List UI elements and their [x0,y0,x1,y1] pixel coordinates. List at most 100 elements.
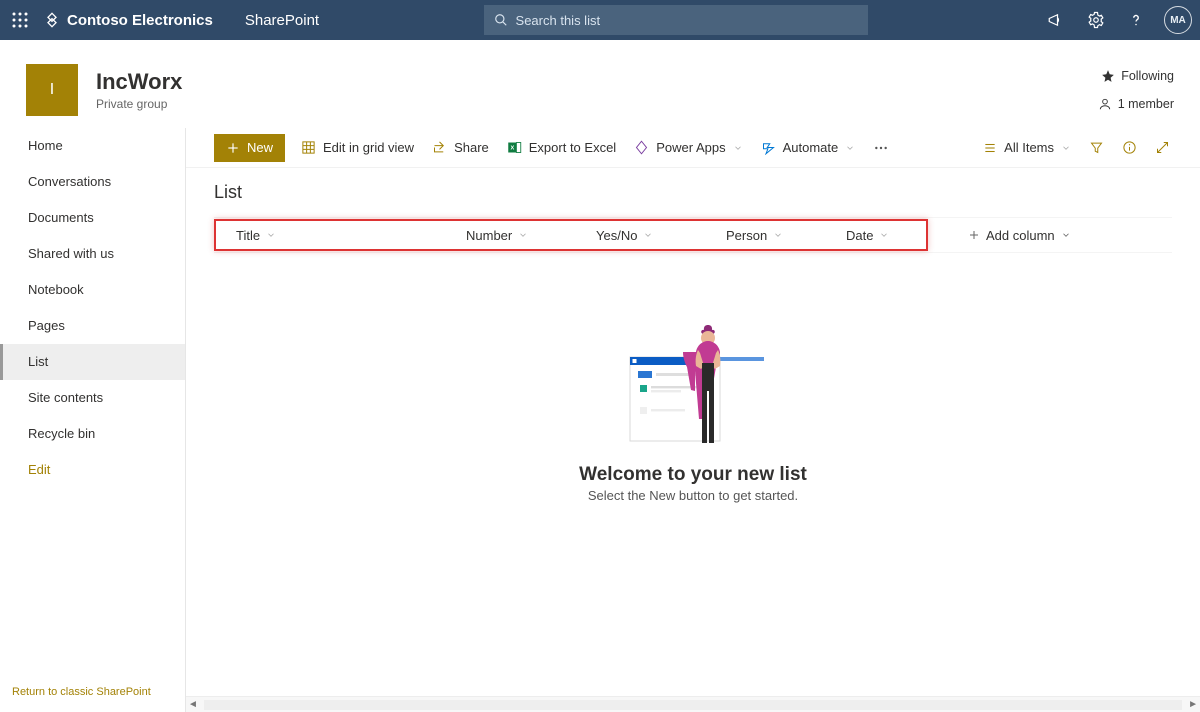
column-number[interactable]: Number [466,228,596,243]
chevron-down-icon [1061,230,1071,240]
plus-icon [968,229,980,241]
column-label: Title [236,228,260,243]
chevron-down-icon [643,230,653,240]
column-label: Date [846,228,873,243]
info-button[interactable] [1120,134,1139,162]
nav-site-contents[interactable]: Site contents [0,380,185,416]
automate-label: Automate [783,140,839,155]
nav-pages[interactable]: Pages [0,308,185,344]
column-label: Yes/No [596,228,637,243]
power-apps-label: Power Apps [656,140,725,155]
info-icon [1122,140,1137,155]
site-title[interactable]: IncWorx [96,69,182,95]
empty-title: Welcome to your new list [579,464,807,486]
column-label: Person [726,228,767,243]
nav-recycle-bin[interactable]: Recycle bin [0,416,185,452]
following-button[interactable]: Following [1098,62,1174,90]
export-excel-button[interactable]: X Export to Excel [505,134,618,162]
nav-notebook[interactable]: Notebook [0,272,185,308]
column-date[interactable]: Date [846,228,926,243]
view-selector[interactable]: All Items [981,134,1073,162]
chevron-down-icon [845,143,855,153]
filter-icon [1089,140,1104,155]
nav-documents[interactable]: Documents [0,200,185,236]
column-yesno[interactable]: Yes/No [596,228,726,243]
power-apps-button[interactable]: Power Apps [632,134,744,162]
site-logo[interactable]: I [26,64,78,116]
horizontal-scrollbar[interactable]: ◄ ► [186,696,1200,712]
search-icon [494,13,508,27]
command-bar: New Edit in grid view Share X Export to … [186,128,1200,168]
add-column-button[interactable]: Add column [968,228,1071,243]
person-icon [1098,97,1112,111]
nav-conversations[interactable]: Conversations [0,164,185,200]
more-button[interactable] [871,134,891,162]
page-title: List [214,182,1172,211]
edit-grid-button[interactable]: Edit in grid view [299,134,416,162]
plus-icon [226,141,240,155]
org-brand[interactable]: Contoso Electronics [44,12,213,29]
chevron-down-icon [879,230,889,240]
scroll-track[interactable] [204,700,1182,710]
excel-icon: X [507,140,522,155]
help-icon[interactable] [1116,0,1156,40]
return-classic-link[interactable]: Return to classic SharePoint [0,686,185,712]
expand-icon [1155,140,1170,155]
left-nav: Home Conversations Documents Shared with… [0,128,186,712]
following-label: Following [1121,69,1174,83]
nav-edit[interactable]: Edit [0,452,185,488]
column-title[interactable]: Title [236,228,466,243]
suite-bar: Contoso Electronics SharePoint MA [0,0,1200,40]
org-logo-icon [44,12,60,28]
chevron-down-icon [733,143,743,153]
nav-shared-with-us[interactable]: Shared with us [0,236,185,272]
avatar-initials: MA [1170,15,1186,26]
powerapps-icon [634,140,649,155]
app-name[interactable]: SharePoint [245,12,319,29]
edit-grid-label: Edit in grid view [323,140,414,155]
more-icon [873,140,889,156]
main: Home Conversations Documents Shared with… [0,128,1200,712]
site-header: I IncWorx Private group Following 1 memb… [0,40,1200,128]
automate-icon [761,140,776,155]
share-label: Share [454,140,489,155]
chevron-down-icon [518,230,528,240]
new-button[interactable]: New [214,134,285,162]
list-icon [983,141,997,155]
members-label: 1 member [1118,97,1174,111]
members-button[interactable]: 1 member [1098,90,1174,118]
column-header-row: Title Number Yes/No Person Date Add colu… [214,217,1172,253]
search-box[interactable] [484,5,868,35]
nav-home[interactable]: Home [0,128,185,164]
suite-icons: MA [1036,0,1200,40]
add-column-label: Add column [986,228,1055,243]
nav-list[interactable]: List [0,344,185,380]
new-button-label: New [247,140,273,155]
org-name: Contoso Electronics [67,12,213,29]
columns-highlight: Title Number Yes/No Person Date [214,219,928,251]
site-subtitle: Private group [96,97,182,111]
grid-icon [301,140,316,155]
page: List Title Number Yes/No Person Date Add… [186,168,1200,712]
expand-button[interactable] [1153,134,1172,162]
column-label: Number [466,228,512,243]
automate-button[interactable]: Automate [759,134,858,162]
content: New Edit in grid view Share X Export to … [186,128,1200,712]
share-icon [432,140,447,155]
svg-text:X: X [510,145,514,151]
search-input[interactable] [516,13,858,28]
empty-state-illustration [618,323,768,448]
user-avatar[interactable]: MA [1164,6,1192,34]
empty-subtitle: Select the New button to get started. [588,488,798,503]
column-person[interactable]: Person [726,228,846,243]
share-button[interactable]: Share [430,134,491,162]
chevron-down-icon [773,230,783,240]
megaphone-icon[interactable] [1036,0,1076,40]
scroll-left-icon[interactable]: ◄ [188,699,198,710]
export-label: Export to Excel [529,140,616,155]
app-launcher-icon[interactable] [0,0,40,40]
settings-icon[interactable] [1076,0,1116,40]
view-label: All Items [1004,140,1054,155]
scroll-right-icon[interactable]: ► [1188,699,1198,710]
filter-button[interactable] [1087,134,1106,162]
